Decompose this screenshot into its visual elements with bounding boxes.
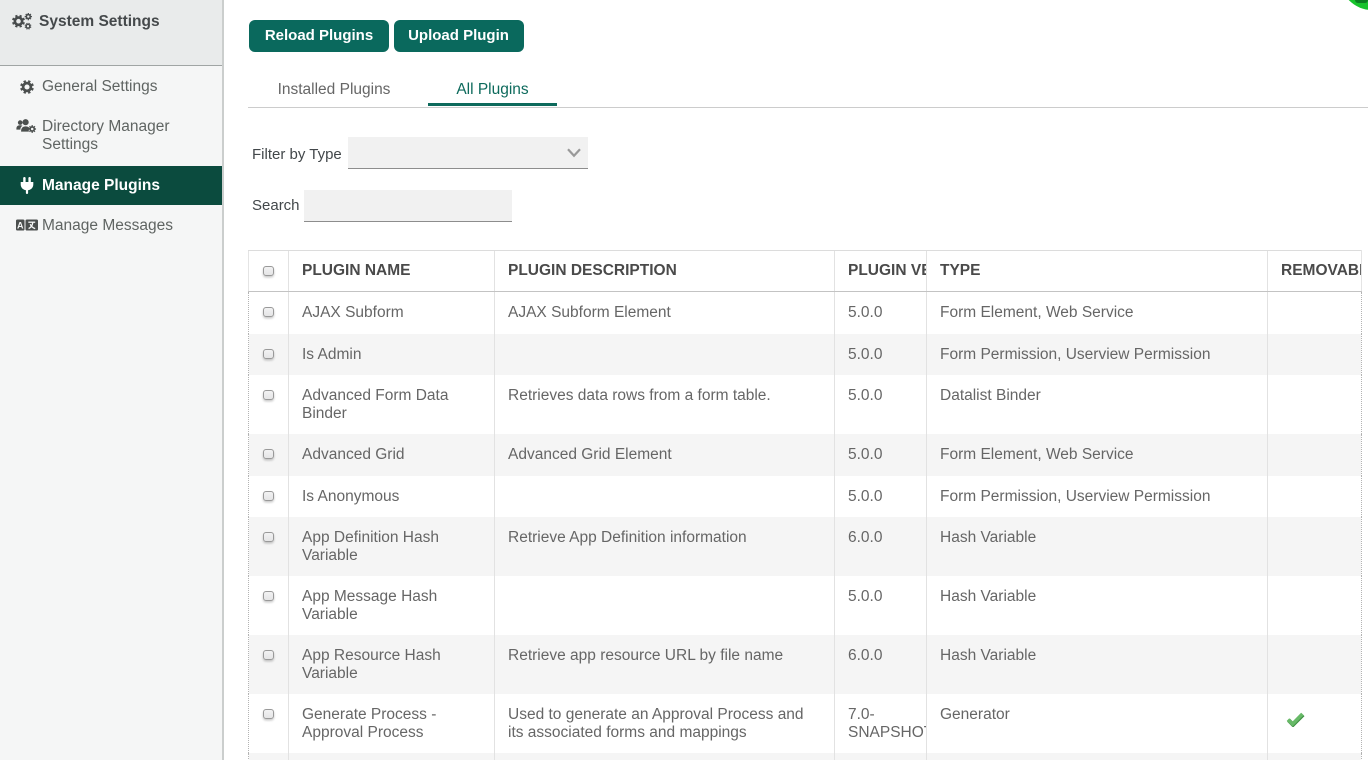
svg-text:A: A — [17, 220, 24, 230]
